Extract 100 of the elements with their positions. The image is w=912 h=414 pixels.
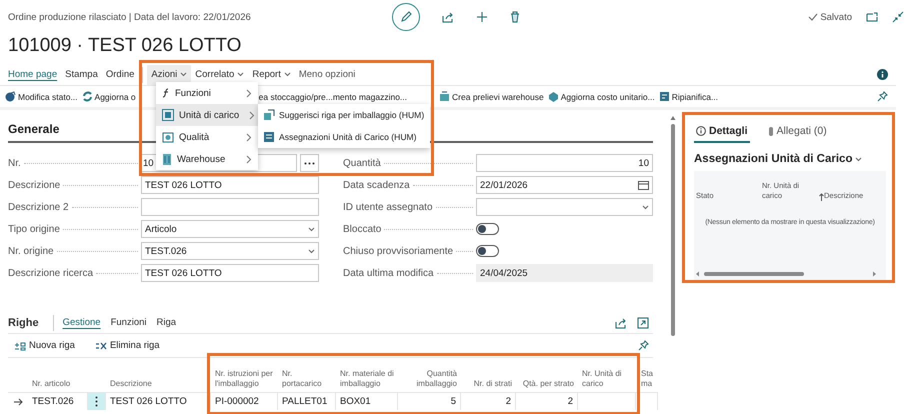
- building-icon: [162, 153, 172, 165]
- pin-icon[interactable]: [876, 90, 888, 102]
- action-button[interactable]: Ripianifica...: [658, 91, 718, 102]
- leader-line: [72, 206, 138, 208]
- column-header[interactable]: Sta ma: [636, 358, 658, 392]
- menu-button[interactable]: Report: [248, 64, 295, 84]
- menu-item[interactable]: Unità di carico: [156, 104, 258, 126]
- input-field[interactable]: [141, 198, 319, 216]
- toggle-switch[interactable]: [476, 223, 499, 235]
- field-label: Nr. origine: [8, 246, 54, 256]
- tab[interactable]: Allegati (0): [766, 121, 829, 143]
- new-row-icon: [14, 340, 26, 350]
- chevron-icon: [308, 248, 315, 254]
- field-label: Descrizione ricerca: [8, 268, 94, 278]
- check-icon: [808, 13, 818, 21]
- column-header[interactable]: Nr. materiale di imballaggio: [336, 358, 398, 392]
- leader-line: [412, 184, 473, 186]
- dropdown-field[interactable]: TEST.026: [141, 242, 319, 260]
- dropdown-field[interactable]: Articolo: [141, 220, 319, 238]
- input-field[interactable]: 10: [476, 154, 653, 172]
- table-cell: PI-000002: [211, 392, 278, 410]
- delete-icon[interactable]: [510, 11, 520, 23]
- chevron-icon: [308, 226, 315, 232]
- more-options-button[interactable]: Meno opzioni: [294, 64, 360, 84]
- refresh-icon: [82, 91, 93, 102]
- field-label: Tipo origine: [8, 224, 60, 234]
- action-button[interactable]: Crea prelievi warehouse: [439, 91, 544, 102]
- column-header[interactable]: Nr. istruzioni per l'imballaggio: [211, 358, 278, 392]
- dropdown-field[interactable]: [476, 198, 653, 216]
- menu-button[interactable]: Azioni: [147, 64, 192, 84]
- more-icon: [304, 162, 315, 164]
- column-header[interactable]: Qtà. per strato: [516, 358, 578, 392]
- collapse-icon[interactable]: [892, 11, 904, 23]
- action-button[interactable]: ea stoccaggio/pre...mento magazzino...: [258, 92, 408, 102]
- menu-item[interactable]: Suggerisci riga per imballaggio (HUM): [258, 104, 430, 126]
- list-icon: [263, 131, 275, 143]
- field-label: Descrizione 2: [8, 202, 69, 212]
- menu-item[interactable]: Warehouse: [156, 148, 258, 170]
- share-icon[interactable]: [615, 316, 627, 328]
- date-field[interactable]: 22/01/2026: [476, 176, 653, 194]
- share-icon[interactable]: [442, 11, 454, 23]
- tab[interactable]: Dettagli: [694, 121, 750, 143]
- table-cell: TEST 026 LOTTO: [106, 392, 211, 410]
- quality-icon: [162, 131, 174, 143]
- menu-item[interactable]: Qualità: [156, 126, 258, 148]
- leader-line: [436, 206, 473, 208]
- delete-row-icon: [94, 340, 107, 350]
- field-label: Data scadenza: [343, 180, 410, 190]
- new-icon[interactable]: [476, 11, 488, 23]
- chevron-right-icon: [246, 132, 252, 142]
- action-tab[interactable]: Home page: [8, 64, 62, 84]
- column-header[interactable]: Nr. portacarico: [278, 358, 336, 392]
- column-header[interactable]: Nr. Unità di carico: [578, 358, 636, 392]
- edit-button[interactable]: [392, 3, 420, 31]
- open-new-window-icon[interactable]: [866, 12, 878, 22]
- unit-icon: [162, 109, 174, 121]
- lookup-button[interactable]: [300, 154, 319, 172]
- action-tab[interactable]: Riga: [152, 317, 182, 328]
- action-button[interactable]: Elimina riga: [88, 340, 160, 351]
- save-status: Salvato: [820, 12, 852, 22]
- info-icon[interactable]: [877, 69, 888, 80]
- function-icon: [162, 88, 170, 98]
- action-tab[interactable]: Stampa: [61, 64, 102, 84]
- column-header[interactable]: Nr. di strati: [461, 358, 516, 392]
- pin-icon[interactable]: [637, 340, 649, 352]
- leader-line: [456, 250, 473, 252]
- input-field[interactable]: TEST 026 LOTTO: [141, 176, 319, 194]
- field-label: Bloccato: [343, 224, 382, 234]
- leader-line: [96, 272, 138, 274]
- toggle-switch[interactable]: [476, 245, 499, 257]
- field-label: Quantità: [343, 158, 381, 168]
- expand-icon[interactable]: [637, 316, 649, 328]
- field-label: Chiuso provvisoriamente: [343, 246, 454, 256]
- page-caption: Ordine produzione rilasciato | Data del lavoro: 22/01/2026: [8, 12, 252, 22]
- panel-title: Assegnazioni Unità di Carico: [694, 153, 852, 165]
- plan-icon: [658, 91, 670, 102]
- action-button[interactable]: Aggiorna o: [82, 91, 136, 102]
- input-field[interactable]: TEST 026 LOTTO: [141, 264, 319, 282]
- menu-button[interactable]: Correlato: [191, 64, 248, 84]
- action-tab[interactable]: Gestione: [58, 317, 106, 328]
- table-cell: 2: [461, 392, 516, 410]
- menu-item[interactable]: Funzioni: [156, 82, 258, 104]
- chevron-right-icon: [246, 154, 252, 164]
- menu-item[interactable]: Assegnazioni Unità di Carico (HUM): [258, 126, 430, 148]
- chevron-icon[interactable]: [855, 156, 862, 162]
- action-tab[interactable]: Ordine: [102, 64, 138, 84]
- column-header[interactable]: Nr. articolo: [28, 358, 88, 392]
- action-tab[interactable]: Funzioni: [106, 317, 152, 328]
- column-header[interactable]: Quantità imballaggio: [398, 358, 461, 392]
- action-button[interactable]: Modifica stato...: [5, 91, 78, 102]
- chevron-icon: [237, 71, 244, 78]
- column-header[interactable]: Descrizione: [106, 358, 211, 392]
- pencil-icon: [400, 11, 412, 23]
- info-icon: [696, 126, 706, 136]
- table-cell: 5: [398, 392, 461, 410]
- row-menu-cell[interactable]: [88, 392, 106, 410]
- action-button[interactable]: Aggiorna costo unitario...: [548, 91, 655, 102]
- scrollbar[interactable]: [696, 271, 876, 277]
- chevron-icon: [642, 204, 649, 210]
- action-button[interactable]: Nuova riga: [8, 340, 75, 351]
